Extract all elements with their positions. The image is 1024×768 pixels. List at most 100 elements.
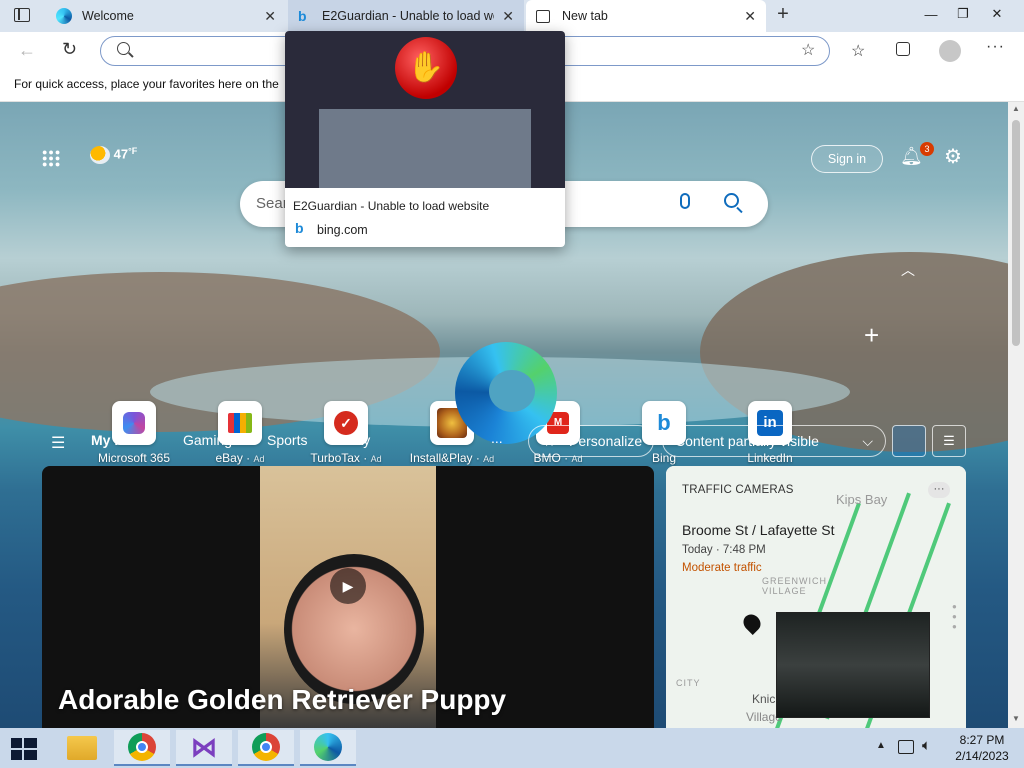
preview-page-body (319, 109, 531, 188)
traffic-cameras-card[interactable]: Kips Bay GREENWICH VILLAGE CITY Knickerb… (666, 466, 966, 728)
ebay-icon (228, 413, 252, 433)
taskbar-edge[interactable] (300, 730, 356, 766)
tab-title: Welcome (82, 9, 134, 23)
tab-welcome[interactable]: Welcome ✕ (46, 0, 286, 32)
file-explorer-icon (67, 736, 97, 760)
close-tab-icon[interactable]: ✕ (502, 8, 514, 25)
notification-badge: 3 (920, 142, 934, 156)
play-button-icon[interactable]: ▶ (330, 568, 366, 604)
feed-tab-sports[interactable]: Sports (267, 432, 307, 448)
feed-menu-icon[interactable]: ☰ (51, 433, 65, 453)
list-layout-icon[interactable]: ☰ (932, 425, 966, 457)
content-visibility-value: Content partially visible (675, 433, 819, 449)
workspaces-icon[interactable] (14, 8, 30, 22)
taskbar-file-explorer[interactable] (54, 730, 110, 766)
feed-tab-gaming[interactable]: Gaming (183, 432, 232, 448)
apps-launcher-icon[interactable]: ●●● ●●● ●●● (42, 148, 62, 169)
microphone-icon[interactable] (680, 193, 690, 209)
ad-label: Ad (370, 454, 382, 464)
close-window-button[interactable]: ✕ (980, 0, 1014, 28)
notifications-bell-icon[interactable]: 🔔︎ (900, 146, 923, 168)
map-label: Kips Bay (836, 492, 888, 507)
personalize-icon: ☆ (543, 433, 556, 449)
new-tab-button[interactable]: + (772, 4, 794, 26)
network-icon[interactable] (898, 740, 914, 754)
traffic-status: Moderate traffic (682, 562, 762, 574)
more-menu-icon[interactable]: ··· (986, 38, 1005, 56)
profile-avatar[interactable] (939, 40, 961, 62)
volume-icon[interactable]: 🔈︎ (922, 737, 931, 754)
tab-hover-preview: ✋ E2Guardian - Unable to load website b … (285, 31, 565, 247)
content-visibility-dropdown[interactable]: Content partially visible ⌵ (662, 425, 886, 457)
chrome-icon (128, 733, 156, 761)
preview-thumbnail: ✋ (285, 31, 565, 188)
ad-label: Ad (483, 454, 495, 464)
weather-widget[interactable]: 47°F (90, 146, 137, 164)
windows-taskbar: ⋈ ▲ 🔈︎ 8:27 PM 2/14/2023 (0, 728, 1024, 768)
scroll-down-arrow-icon[interactable]: ▼ (1012, 714, 1020, 723)
close-tab-icon[interactable]: ✕ (744, 8, 756, 25)
visual-studio-icon: ⋈ (191, 731, 217, 762)
preview-domain: bing.com (317, 223, 368, 237)
favorites-bar-hint: For quick access, place your favorites h… (14, 77, 279, 91)
card-header: TRAFFIC CAMERAS (682, 484, 794, 496)
chevron-down-icon: ⌵ (862, 433, 873, 449)
taskbar-chrome[interactable] (114, 730, 170, 766)
camera-snapshot[interactable] (776, 612, 930, 718)
clock-date[interactable]: 2/14/2023 (950, 749, 1014, 763)
stop-hand-icon: ✋ (395, 37, 457, 99)
personalize-label: Personalize (569, 433, 643, 449)
clock-time[interactable]: 8:27 PM (954, 733, 1010, 747)
quick-link-label: Install&Play (409, 451, 473, 465)
feed-tab-my-feed[interactable]: My Feed (91, 432, 147, 448)
edge-icon (56, 8, 72, 24)
minimize-button[interactable]: — (914, 0, 948, 28)
collections-icon[interactable] (896, 42, 910, 56)
carousel-dots[interactable]: ● ● ● (952, 602, 957, 632)
add-shortcut-icon[interactable]: + (864, 320, 879, 351)
tab-e2guardian[interactable]: b E2Guardian - Unable to load website ✕ (288, 0, 524, 32)
back-arrow-icon[interactable]: ← (18, 40, 36, 61)
taskbar-chrome-2[interactable] (238, 730, 294, 766)
favorites-icon[interactable]: ☆ (851, 41, 865, 61)
bing-icon: b (298, 8, 307, 24)
tab-new-tab[interactable]: New tab ✕ (526, 0, 766, 32)
scrollbar-thumb[interactable] (1012, 120, 1020, 346)
collapse-chevron-icon[interactable]: ︿ (901, 260, 915, 280)
weather-temp: 47 (113, 146, 129, 162)
search-submit-icon[interactable] (724, 193, 739, 208)
microsoft365-icon (123, 412, 145, 434)
grid-layout-icon[interactable] (892, 425, 926, 457)
close-tab-icon[interactable]: ✕ (264, 8, 276, 25)
restore-button[interactable]: ❐ (946, 0, 980, 28)
tab-title: New tab (562, 9, 608, 23)
video-title[interactable]: Adorable Golden Retriever Puppy (58, 684, 506, 716)
feed-tab-play[interactable]: Play (343, 432, 370, 448)
newtab-icon (536, 9, 550, 23)
preview-title: E2Guardian - Unable to load website (293, 199, 490, 213)
chrome-icon (252, 733, 280, 761)
edge-icon (314, 733, 342, 761)
camera-time: Today · 7:48 PM (682, 544, 766, 556)
show-hidden-icons-chevron[interactable]: ▲ (876, 740, 886, 751)
card-more-icon[interactable]: ··· (928, 482, 950, 498)
scroll-up-arrow-icon[interactable]: ▲ (1012, 104, 1020, 113)
search-placeholder: Sear (256, 195, 288, 212)
sign-in-button[interactable]: Sign in (811, 145, 883, 173)
map-label: GREENWICH VILLAGE (762, 576, 827, 596)
search-icon-handle (128, 52, 134, 58)
tab-strip: Welcome ✕ b E2Guardian - Unable to load … (0, 0, 1024, 32)
taskbar-visual-studio[interactable]: ⋈ (176, 730, 232, 766)
refresh-icon[interactable]: ↻ (62, 39, 77, 60)
partly-cloudy-icon (90, 146, 110, 164)
page-scrollbar[interactable]: ▲ ▼ (1008, 102, 1024, 728)
settings-gear-icon[interactable]: ⚙ (944, 144, 962, 169)
windows-start-icon[interactable] (11, 738, 37, 760)
video-card[interactable]: ▶ Adorable Golden Retriever Puppy (42, 466, 654, 728)
bing-icon: b (295, 220, 304, 236)
feed-more-button[interactable]: ... (491, 430, 503, 446)
add-favorite-icon[interactable]: ☆ (801, 40, 815, 60)
personalize-button[interactable]: ☆ Personalize (528, 425, 654, 457)
quick-link-label: TurboTax (310, 451, 360, 465)
tab-title: E2Guardian - Unable to load website (322, 9, 494, 23)
